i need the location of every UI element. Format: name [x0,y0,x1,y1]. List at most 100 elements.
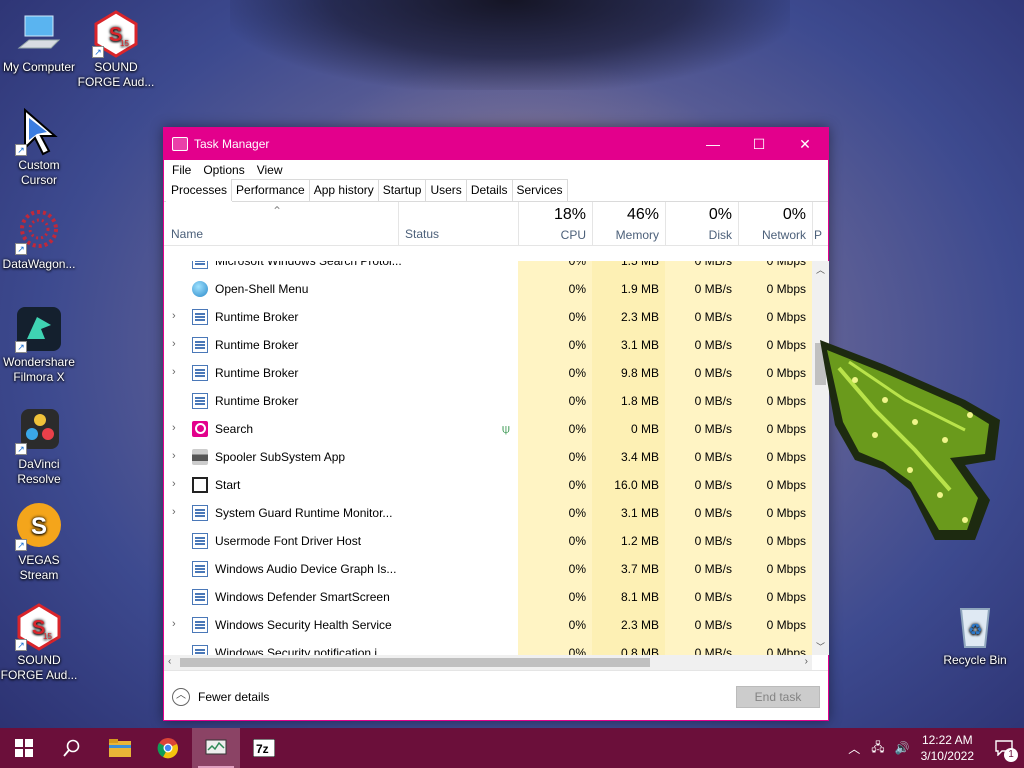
desktop-icon-datawagon[interactable]: ↗ DataWagon... [0,207,78,272]
title-bar[interactable]: Task Manager — ☐ ✕ [164,128,828,160]
desktop-icon-filmora[interactable]: ↗ Wondershare Filmora X [0,305,78,385]
volume-icon[interactable]: 🔊 [895,741,910,755]
process-row[interactable]: Runtime Broker 0% 1.8 MB 0 MB/s 0 Mbps [164,387,812,415]
menu-view[interactable]: View [251,163,289,177]
desktop-icon-label: Recycle Bin [943,653,1007,667]
close-button[interactable]: ✕ [782,128,828,160]
process-memory: 16.0 MB [614,478,659,492]
start-button[interactable] [0,728,48,768]
window-icon [192,505,208,521]
process-memory: 1.8 MB [620,394,659,408]
process-name: Search [215,422,254,436]
minimize-button[interactable]: — [690,128,736,160]
process-network: 0 Mbps [766,534,806,548]
scroll-down-icon[interactable]: ﹀ [816,640,825,653]
column-next[interactable]: P [814,202,828,246]
network-icon[interactable]: 🖧 [871,738,884,759]
process-row[interactable]: Windows Defender SmartScreen 0% 8.1 MB 0 MB… [164,583,812,611]
desktop-icon-sound-forge-2[interactable]: S 15 ↗ SOUND FORGE Aud... [0,603,78,683]
process-row[interactable]: Microsoft Windows Search Protoi... 0% 1.5 … [164,261,812,275]
process-list[interactable]: Microsoft Windows Search Protoi... 0% 1.5 … [164,261,812,655]
process-network: 0 Mbps [766,478,806,492]
column-memory[interactable]: 46% Memory [592,202,665,246]
process-disk: 0 MB/s [694,534,732,548]
tab-users[interactable]: Users [425,179,467,201]
expand-chevron-icon[interactable]: › [172,618,176,630]
task-manager-icon [172,137,188,151]
desktop-icon-vegas-stream[interactable]: S ↗ VEGAS Stream [0,503,78,583]
desktop-icon-my-computer[interactable]: My Computer [0,10,78,75]
column-status[interactable]: Status [405,227,439,241]
column-network[interactable]: 0% Network [738,202,812,246]
tab-performance[interactable]: Performance [231,179,310,201]
horizontal-scroll-thumb[interactable] [180,658,650,667]
memory-label: Memory [615,228,659,242]
end-task-button[interactable]: End task [736,686,820,708]
desktop-icon-custom-cursor[interactable]: ↗ Custom Cursor [0,107,78,188]
process-network: 0 Mbps [766,590,806,604]
expand-chevron-icon[interactable]: › [172,338,176,350]
shortcut-arrow-icon: ↗ [15,443,27,455]
tab-services[interactable]: Services [511,179,568,201]
expand-chevron-icon[interactable]: › [172,366,176,378]
process-row[interactable]: › Windows Security Health Service 0% 2.3 MB… [164,611,812,639]
expand-chevron-icon[interactable]: › [172,478,176,490]
tab-details[interactable]: Details [465,179,513,201]
process-cpu: 0% [568,422,586,436]
process-disk: 0 MB/s [694,394,732,408]
process-memory: 3.7 MB [620,562,659,576]
maximize-button[interactable]: ☐ [736,128,782,160]
desktop-icon-label: Custom Cursor [18,158,60,187]
process-row[interactable]: Open-Shell Menu 0% 1.9 MB 0 MB/s 0 Mbps [164,275,812,303]
clock[interactable]: 12:22 AM 3/10/2022 [921,732,974,764]
task-manager-window[interactable]: Task Manager — ☐ ✕ File Options View Pro… [163,127,829,721]
process-row[interactable]: › Start 0% 16.0 MB 0 MB/s 0 Mbps [164,471,812,499]
fewer-details-button[interactable]: ︿ Fewer details [172,688,269,706]
process-network: 0 Mbps [766,261,806,268]
tab-processes[interactable]: Processes [166,179,233,202]
horizontal-scrollbar[interactable]: ‹ › [164,655,812,670]
column-disk[interactable]: 0% Disk [665,202,738,246]
desktop-icon-davinci[interactable]: ↗ DaVinci Resolve [0,407,78,487]
process-row[interactable]: › Runtime Broker 0% 9.8 MB 0 MB/s 0 Mbps [164,359,812,387]
process-row[interactable]: › System Guard Runtime Monitor... 0% 3.1 MB… [164,499,812,527]
expand-chevron-icon[interactable]: › [172,422,176,434]
chevron-up-icon: ︿ [172,688,190,706]
column-header: ⌃ Name Status 18% CPU 46% Memory 0% Disk… [164,202,828,246]
action-center-button[interactable]: 1 [984,728,1024,768]
taskbar-file-explorer[interactable] [96,728,144,768]
column-cpu[interactable]: 18% CPU [518,202,592,246]
desktop-icon-recycle-bin[interactable]: ♻ Recycle Bin [936,603,1014,668]
expand-chevron-icon[interactable]: › [172,450,176,462]
process-row[interactable]: Usermode Font Driver Host 0% 1.2 MB 0 MB/s 0… [164,527,812,555]
process-row[interactable]: › Search ⍦ 0% 0 MB 0 MB/s 0 Mbps [164,415,812,443]
scroll-up-icon[interactable]: ︿ [816,263,825,276]
taskbar-7zip[interactable]: 7z [240,728,288,768]
column-name[interactable]: Name [171,227,203,241]
tab-app-history[interactable]: App history [308,179,379,201]
process-row[interactable]: Windows Audio Device Graph Is... 0% 3.7 MB… [164,555,812,583]
process-memory: 0.8 MB [620,646,659,655]
menu-options[interactable]: Options [197,163,250,177]
scroll-left-icon[interactable]: ‹ [168,656,171,667]
desktop-icon-sound-forge[interactable]: S 15 ↗ SOUND FORGE Aud... [77,10,155,90]
taskbar-chrome[interactable] [144,728,192,768]
process-row[interactable]: › Spooler SubSystem App 0% 3.4 MB 0 MB/s 0 Mb… [164,443,812,471]
tab-startup[interactable]: Startup [377,179,427,201]
scroll-right-icon[interactable]: › [805,656,808,667]
menu-file[interactable]: File [166,163,197,177]
expand-chevron-icon[interactable]: › [172,506,176,518]
taskbar-search-button[interactable] [48,728,96,768]
process-row[interactable]: › Runtime Broker 0% 2.3 MB 0 MB/s 0 Mbps [164,303,812,331]
taskbar-task-manager[interactable] [192,728,240,768]
expand-chevron-icon[interactable]: › [172,310,176,322]
shortcut-arrow-icon: ↗ [15,539,27,551]
process-disk: 0 MB/s [694,450,732,464]
window-icon [192,589,208,605]
process-row[interactable]: Windows Security notification i... 0% 0.8 … [164,639,812,655]
process-name: Runtime Broker [215,366,299,380]
window-icon [192,617,208,633]
process-name: Windows Security Health Service [215,618,392,632]
show-hidden-icons-icon[interactable]: ︿ [848,740,860,757]
process-row[interactable]: › Runtime Broker 0% 3.1 MB 0 MB/s 0 Mbps [164,331,812,359]
